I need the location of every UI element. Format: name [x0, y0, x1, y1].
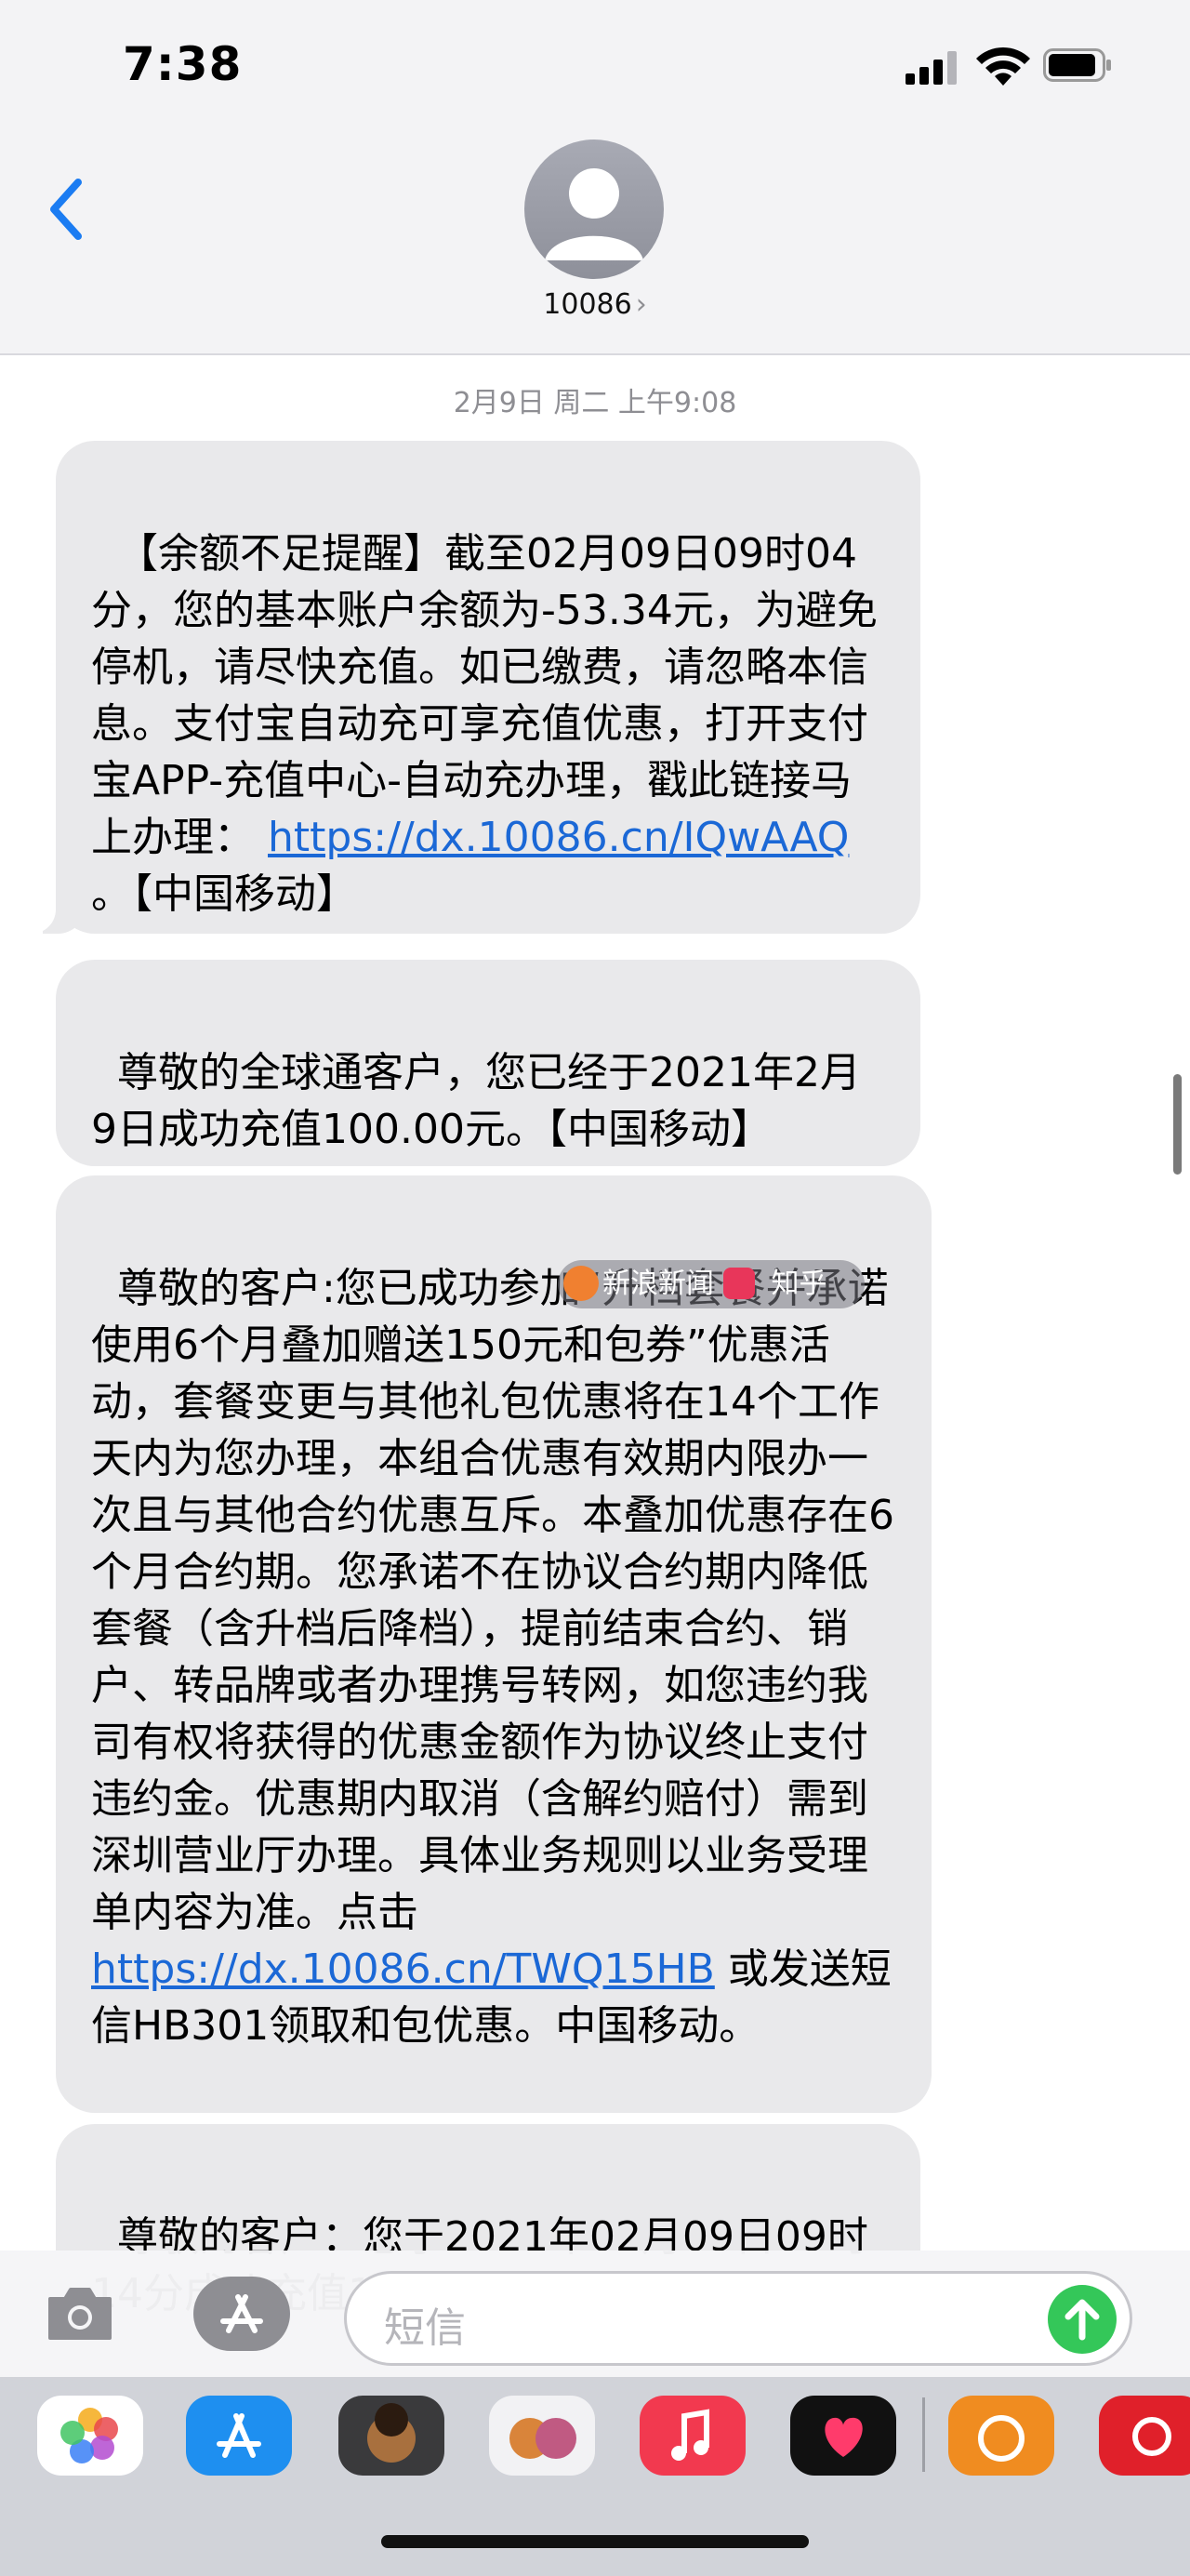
watermark-text: 新浪新闻 — [602, 1268, 714, 1300]
message-link[interactable]: https://dx.10086.cn/TWQ15HB — [91, 1945, 715, 1993]
photos-app-icon[interactable] — [37, 2396, 143, 2476]
sina-logo-icon — [563, 1266, 599, 1301]
contact-number[interactable]: 10086 — [543, 288, 631, 321]
contact-avatar[interactable] — [524, 139, 664, 279]
app-drawer — [0, 2377, 1190, 2576]
send-button[interactable] — [1048, 2285, 1117, 2354]
app-store-button[interactable] — [193, 2277, 290, 2351]
watermark-text-2: 知乎 — [771, 1268, 827, 1300]
message-text: 尊敬的全球通客户，您已经于2021年2月9日成功充值100.00元。【中国移动】 — [91, 1049, 861, 1153]
message-text: 【余额不足提醒】截至02月09日09时04分，您的基本账户余额为-53.34元，… — [91, 530, 878, 861]
contact-chevron-icon: › — [635, 288, 647, 321]
memoji-app-icon[interactable] — [338, 2396, 444, 2476]
message-bubble[interactable]: 尊敬的全球通客户，您已经于2021年2月9日成功充值100.00元。【中国移动】 — [56, 960, 920, 1166]
animoji-app-icon[interactable] — [489, 2396, 595, 2476]
zhihu-logo-icon — [723, 1268, 755, 1299]
uc-browser-app-icon[interactable] — [948, 2396, 1054, 2476]
drawer-divider — [922, 2397, 925, 2472]
digital-touch-app-icon[interactable] — [790, 2396, 896, 2476]
status-time: 7:38 — [123, 37, 243, 91]
camera-icon[interactable] — [46, 2286, 113, 2342]
battery-icon — [1043, 48, 1111, 82]
person-icon — [545, 168, 643, 260]
message-bubble[interactable]: 【余额不足提醒】截至02月09日09时04分，您的基本账户余额为-53.34元，… — [24, 441, 920, 934]
netease-music-app-icon[interactable] — [1099, 2396, 1190, 2476]
back-chevron-icon[interactable] — [37, 167, 93, 251]
app-store-icon — [220, 2294, 263, 2333]
music-app-icon[interactable] — [640, 2396, 746, 2476]
message-link[interactable]: https://dx.10086.cn/IQwAAQ — [268, 814, 849, 861]
message-text: 尊敬的客户:您已成功参加“升档套餐并承诺使用6个月叠加赠送150元和包券”优惠活… — [91, 1265, 894, 1936]
message-input[interactable]: 短信 — [344, 2271, 1132, 2366]
scroll-indicator[interactable] — [1173, 1074, 1182, 1175]
message-composer: 短信 — [0, 2251, 1190, 2377]
bubble-tail — [24, 895, 86, 934]
message-input-placeholder: 短信 — [384, 2304, 466, 2352]
conversation-header: 7:38 10086 › — [0, 0, 1190, 355]
arrow-up-icon — [1064, 2299, 1100, 2341]
wifi-icon — [976, 46, 1030, 86]
cellular-signal-icon — [906, 51, 958, 85]
home-indicator[interactable] — [381, 2535, 809, 2548]
message-bubble[interactable]: 尊敬的客户:您已成功参加“升档套餐并承诺使用6个月叠加赠送150元和包券”优惠活… — [56, 1175, 932, 2113]
app-store-app-icon[interactable] — [186, 2396, 292, 2476]
message-timestamp: 2月9日 周二 上午9:08 — [453, 387, 737, 419]
watermark: 新浪新闻 知乎 — [558, 1260, 865, 1308]
contact-name[interactable]: 10086 › — [0, 288, 1190, 321]
